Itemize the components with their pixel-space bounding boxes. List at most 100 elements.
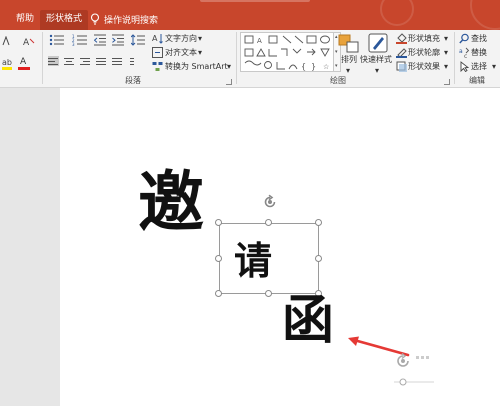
align-center-button[interactable] bbox=[64, 56, 75, 66]
align-left-button[interactable] bbox=[48, 56, 59, 66]
resize-handle-top-right[interactable] bbox=[315, 219, 322, 226]
align-right-button[interactable] bbox=[80, 56, 91, 66]
slide-canvas[interactable]: 邀 请 函 bbox=[60, 88, 500, 406]
dropdown-arrow: ▾ bbox=[492, 62, 497, 71]
resize-handle-bottom-left[interactable] bbox=[215, 290, 222, 297]
find-button[interactable]: 查找 bbox=[459, 33, 499, 45]
dropdown-arrow: ▾ bbox=[444, 62, 449, 71]
resize-handle-left[interactable] bbox=[215, 255, 222, 262]
clear-format-icon[interactable]: A bbox=[22, 36, 36, 46]
quick-styles-icon bbox=[368, 33, 388, 53]
paragraph-group-label: 段落 bbox=[125, 76, 141, 85]
editing-group-label: 编辑 bbox=[469, 76, 485, 85]
dropdown-arrow: ▾ bbox=[198, 34, 203, 43]
svg-text:A: A bbox=[23, 38, 30, 46]
shapes-gallery[interactable]: A { } ☆ bbox=[240, 32, 334, 72]
resize-handle-right[interactable] bbox=[315, 255, 322, 262]
text-direction-icon: A bbox=[152, 34, 163, 44]
selected-text-box[interactable]: 请 bbox=[219, 223, 319, 294]
dropdown-arrow: ▾ bbox=[375, 66, 380, 75]
line-spacing-icon[interactable] bbox=[131, 34, 145, 46]
lightbulb-icon bbox=[90, 13, 100, 25]
select-button[interactable]: 选择 ▾ bbox=[459, 61, 499, 73]
paragraph-dialog-launcher[interactable] bbox=[226, 79, 232, 85]
shape-effects-label: 形状效果 bbox=[408, 62, 440, 71]
dropdown-arrow: ▾ bbox=[198, 48, 203, 57]
numbering-icon[interactable]: 1 2 3 bbox=[72, 34, 88, 46]
justify-button[interactable] bbox=[96, 56, 107, 66]
dropdown-arrow: ▾ bbox=[346, 66, 351, 75]
outline-icon bbox=[396, 48, 407, 58]
resize-handle-top-left[interactable] bbox=[215, 219, 222, 226]
increase-indent-icon[interactable] bbox=[112, 34, 125, 46]
decor-ring bbox=[380, 0, 414, 26]
rotate-handle-icon bbox=[394, 352, 434, 386]
align-text-icon bbox=[152, 47, 163, 58]
text-direction-label: 文字方向 bbox=[165, 34, 197, 43]
align-text-label: 对齐文本 bbox=[165, 48, 197, 57]
decor-ring bbox=[470, 0, 500, 30]
align-text-button[interactable]: 对齐文本 ▾ bbox=[152, 47, 232, 59]
quick-styles-button[interactable]: 快速样式 ▾ bbox=[360, 32, 394, 78]
dropdown-arrow: ▾ bbox=[444, 48, 449, 57]
select-label: 选择 bbox=[471, 62, 487, 71]
ribbon: A ab A 1 2 3 A 文字方向 ▾ 对齐文本 ▾ 转换为 SmartAr… bbox=[0, 30, 500, 88]
slide-text-invite-2: 请 bbox=[234, 238, 273, 283]
distributed-button[interactable] bbox=[112, 56, 123, 66]
shape-fill-label: 形状填充 bbox=[408, 34, 440, 43]
shape-outline-button[interactable]: 形状轮廓 ▾ bbox=[396, 47, 452, 59]
drawing-dialog-launcher[interactable] bbox=[444, 79, 450, 85]
shape-fill-button[interactable]: 形状填充 ▾ bbox=[396, 33, 452, 45]
shapes-icon-grid: A { } ☆ bbox=[244, 35, 330, 71]
replace-label: 替换 bbox=[471, 48, 487, 57]
select-icon bbox=[460, 61, 470, 72]
drawing-group-label: 绘图 bbox=[330, 76, 346, 85]
window-title bbox=[200, 0, 310, 2]
tab-shape-format[interactable]: 形状格式 bbox=[40, 10, 89, 30]
shape-effects-button[interactable]: 形状效果 ▾ bbox=[396, 61, 452, 73]
effects-icon bbox=[396, 61, 407, 72]
replace-button[interactable]: a c 替换 bbox=[459, 47, 499, 59]
slide-workspace: 邀 请 函 bbox=[0, 88, 500, 406]
slide-text-invite-1[interactable]: 邀 bbox=[138, 169, 204, 235]
resize-handle-top[interactable] bbox=[265, 219, 272, 226]
group-separator bbox=[454, 32, 455, 84]
tell-me-search[interactable]: 操作说明搜索 bbox=[90, 10, 158, 28]
dropdown-arrow: ▾ bbox=[444, 34, 449, 43]
resize-handle-bottom[interactable] bbox=[265, 290, 272, 297]
highlight-swatch bbox=[2, 67, 12, 70]
svg-text:{: { bbox=[301, 62, 306, 71]
columns-button[interactable] bbox=[130, 56, 141, 66]
bullets-icon[interactable] bbox=[49, 34, 65, 46]
decrease-indent-icon[interactable] bbox=[94, 34, 107, 46]
group-separator bbox=[42, 32, 43, 84]
arrange-button[interactable]: 排列 ▾ bbox=[336, 32, 362, 78]
text-direction-button[interactable]: A 文字方向 ▾ bbox=[152, 33, 232, 45]
dropdown-arrow: ▾ bbox=[227, 62, 232, 71]
arrange-icon bbox=[338, 34, 359, 53]
smartart-icon bbox=[152, 62, 163, 71]
convert-smartart-button[interactable]: 转换为 SmartArt ▾ bbox=[152, 61, 236, 73]
svg-text:}: } bbox=[311, 62, 316, 71]
replace-icon: a c bbox=[459, 47, 470, 58]
font-color-button[interactable]: A bbox=[18, 57, 30, 70]
find-label: 查找 bbox=[471, 34, 487, 43]
svg-text:c: c bbox=[464, 53, 467, 58]
svg-text:a: a bbox=[459, 48, 463, 55]
group-separator bbox=[236, 32, 237, 84]
fill-icon bbox=[396, 33, 407, 44]
tell-me-label: 操作说明搜索 bbox=[104, 15, 159, 26]
svg-text:A: A bbox=[257, 37, 262, 45]
svg-text:3: 3 bbox=[72, 42, 75, 46]
font-color-icon: A bbox=[20, 57, 27, 67]
svg-text:☆: ☆ bbox=[323, 63, 329, 71]
convert-smartart-label: 转换为 SmartArt bbox=[165, 62, 228, 71]
arrange-label: 排列 bbox=[341, 55, 357, 64]
tab-help[interactable]: 帮助 bbox=[16, 10, 34, 30]
font-color-swatch bbox=[18, 67, 30, 70]
bold-toggle-icon[interactable] bbox=[2, 36, 14, 46]
highlight-color-button[interactable]: ab bbox=[2, 58, 12, 70]
quick-styles-label: 快速样式 bbox=[360, 55, 392, 64]
rotate-handle-icon[interactable] bbox=[262, 194, 278, 210]
slide-text-invite-3[interactable]: 函 bbox=[282, 295, 334, 347]
